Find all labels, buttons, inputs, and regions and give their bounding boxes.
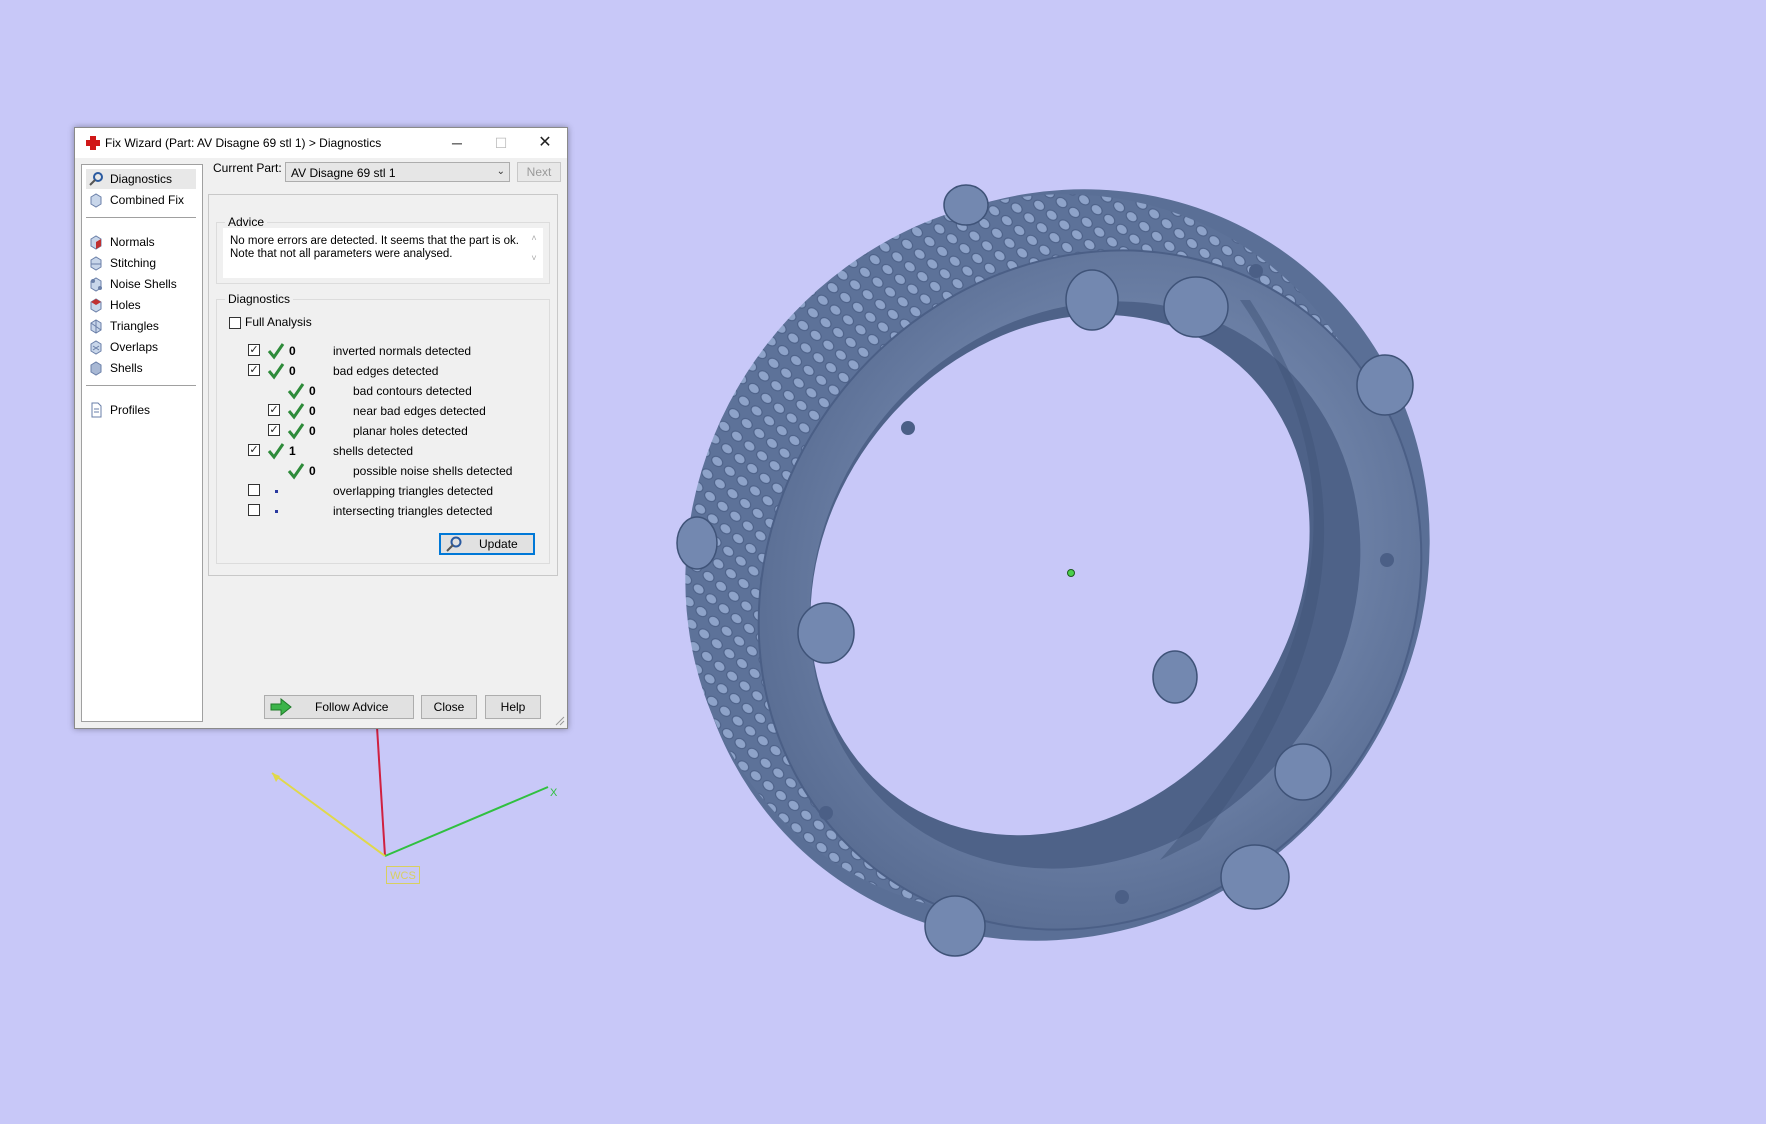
diagnostic-row: overlapping triangles detected [75, 482, 555, 500]
advice-line-1: No more errors are detected. It seems th… [230, 235, 519, 247]
diagnostic-row: 0 possible noise shells detected [75, 462, 555, 480]
stitching-icon [90, 256, 102, 271]
ring-model[interactable] [539, 40, 1580, 1090]
help-button[interactable]: Help [485, 695, 541, 719]
row-description: overlapping triangles detected [333, 484, 494, 498]
row-description: possible noise shells detected [353, 464, 513, 478]
nav-item-label: Normals [110, 235, 155, 249]
row-description: near bad edges detected [353, 404, 486, 418]
triangles-icon [90, 319, 102, 334]
nav-item-label: Combined Fix [110, 193, 185, 207]
row-count: 0 [309, 404, 316, 418]
fix-wizard-dialog: Fix Wizard (Part: AV Disagne 69 stl 1) >… [74, 127, 568, 729]
row-checkbox[interactable]: ✓ [248, 364, 260, 376]
row-count: 0 [309, 464, 316, 478]
nav-item-label: Diagnostics [110, 172, 173, 186]
diagnostic-row: ✓ 0 near bad edges detected [75, 402, 555, 420]
nav-item-diagnostics[interactable]: Diagnostics [86, 169, 196, 189]
magnifier-icon [446, 536, 462, 552]
diagnostic-row: ✓ 0 bad edges detected [75, 362, 555, 380]
diagnostic-row: 0 bad contours detected [75, 382, 555, 400]
row-description: inverted normals detected [333, 344, 472, 358]
nav-item-label: Stitching [110, 256, 157, 270]
minimize-button[interactable]: ─ [435, 128, 479, 158]
nav-item-label: Noise Shells [110, 277, 177, 291]
full-analysis-checkbox[interactable] [229, 317, 241, 329]
checkmark-icon [267, 363, 285, 380]
title-bar[interactable]: Fix Wizard (Part: AV Disagne 69 stl 1) >… [75, 128, 567, 158]
nav-item-stitching[interactable]: Stitching [86, 253, 196, 273]
advice-scrollbar[interactable]: ˄ ˅ [527, 233, 541, 275]
row-checkbox[interactable]: ✓ [248, 344, 260, 356]
diagnostics-title: Diagnostics [225, 292, 294, 306]
resize-grip-icon[interactable] [555, 716, 565, 726]
nav-item-noise-shells[interactable]: Noise Shells [86, 274, 196, 294]
checkmark-icon [287, 463, 305, 480]
diagnostic-row: ✓ 1 shells detected [75, 442, 555, 460]
nav-item-normals[interactable]: Normals [86, 232, 196, 252]
current-part-select[interactable]: AV Disagne 69 stl 1 ⌄ [285, 162, 510, 182]
x-axis-label: X [550, 787, 558, 799]
row-checkbox[interactable]: ✓ [268, 404, 280, 416]
nav-item-label: Holes [110, 298, 141, 312]
maximize-button[interactable]: ☐ [479, 128, 523, 158]
nav-item-combined-fix[interactable]: Combined Fix [86, 190, 196, 210]
noise-shells-icon [90, 277, 102, 292]
checkmark-icon [287, 403, 305, 420]
row-checkbox[interactable] [248, 484, 260, 496]
update-button[interactable]: Update [439, 533, 535, 555]
axis-triad: X [271, 726, 558, 857]
update-label: Update [479, 537, 518, 551]
row-count: 0 [309, 424, 316, 438]
current-part-value: AV Disagne 69 stl 1 [291, 166, 396, 180]
row-description: planar holes detected [353, 424, 468, 438]
row-count: 0 [289, 344, 296, 358]
wcs-label: WCS [386, 866, 420, 884]
row-checkbox[interactable]: ✓ [268, 424, 280, 436]
nav-item-holes[interactable]: Holes [86, 295, 196, 315]
advice-title: Advice [225, 215, 268, 229]
checkmark-icon [267, 343, 285, 360]
row-description: shells detected [333, 444, 414, 458]
row-description: bad contours detected [353, 384, 472, 398]
close-window-button[interactable]: ✕ [523, 128, 567, 158]
window-title: Fix Wizard (Part: AV Disagne 69 stl 1) >… [105, 136, 382, 150]
green-arrow-icon [270, 698, 292, 716]
holes-icon [90, 298, 102, 313]
next-button[interactable]: Next [517, 162, 561, 182]
cube-icon [90, 193, 102, 208]
diagnostic-row: ✓ 0 inverted normals detected [75, 342, 555, 360]
checkmark-icon [267, 443, 285, 460]
row-count: 1 [289, 444, 296, 458]
nav-item-label: Triangles [110, 319, 159, 333]
row-description: bad edges detected [333, 364, 439, 378]
magnifier-icon [89, 172, 103, 186]
row-checkbox[interactable]: ✓ [248, 444, 260, 456]
normals-icon [90, 235, 102, 250]
current-part-label: Current Part: [213, 161, 282, 175]
row-count: 0 [309, 384, 316, 398]
follow-advice-button[interactable]: Follow Advice [264, 695, 414, 719]
full-analysis-label: Full Analysis [245, 315, 312, 329]
follow-advice-label: Follow Advice [315, 700, 389, 714]
nav-separator [86, 217, 196, 218]
checkmark-icon [287, 383, 305, 400]
checkmark-icon [287, 423, 305, 440]
close-button[interactable]: Close [421, 695, 477, 719]
pending-dot-icon [275, 490, 278, 493]
nav-item-triangles[interactable]: Triangles [86, 316, 196, 336]
app-cross-icon [86, 136, 100, 150]
advice-line-2: Note that not all parameters were analys… [230, 248, 453, 260]
chevron-down-icon: ⌄ [496, 166, 505, 177]
diagnostic-row: ✓ 0 planar holes detected [75, 422, 555, 440]
diagnostic-row: intersecting triangles detected [75, 502, 555, 520]
row-checkbox[interactable] [248, 504, 260, 516]
pending-dot-icon [275, 510, 278, 513]
row-description: intersecting triangles detected [333, 504, 493, 518]
advice-text: No more errors are detected. It seems th… [230, 235, 530, 261]
row-count: 0 [289, 364, 296, 378]
